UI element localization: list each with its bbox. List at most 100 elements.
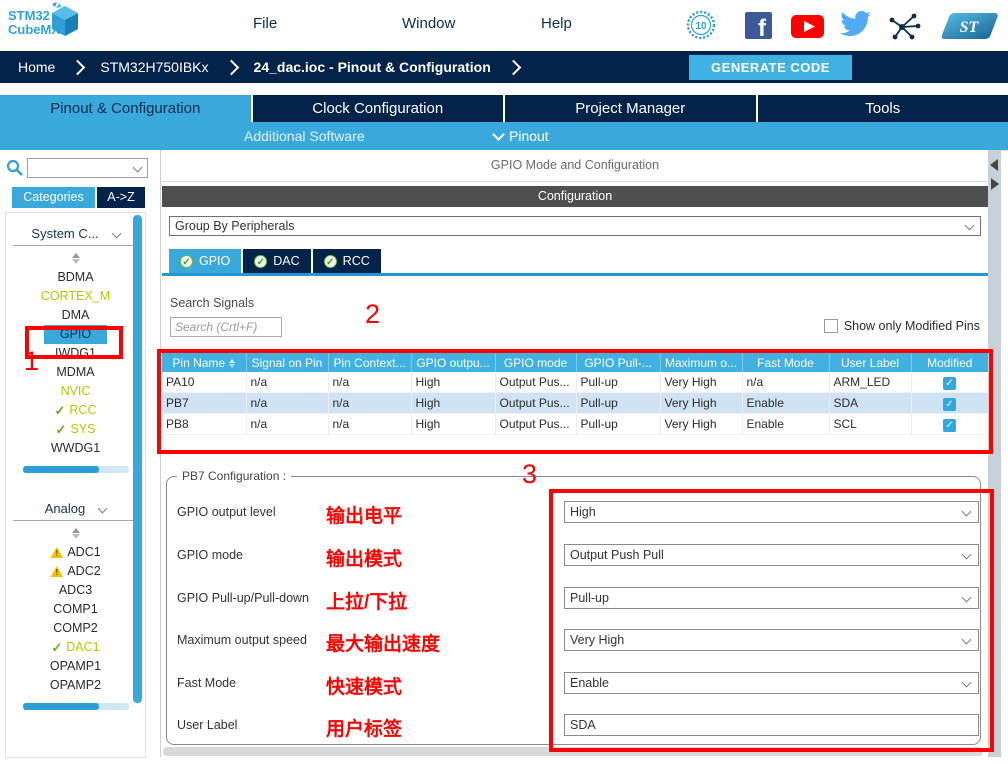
scroll-spinner[interactable] bbox=[6, 250, 145, 266]
chevron-right-icon bbox=[223, 59, 239, 75]
chevron-down-icon bbox=[133, 163, 143, 173]
sidebar-item-dma[interactable]: DMA bbox=[6, 306, 145, 325]
twitter-icon[interactable] bbox=[840, 11, 871, 43]
topbar: STM32 CubeMX 10 f bbox=[0, 0, 1008, 51]
svg-text:ST: ST bbox=[960, 19, 980, 36]
tab-project-manager[interactable]: Project Manager bbox=[505, 95, 758, 122]
config-annotation-zh: 用户标签 bbox=[326, 714, 402, 741]
sidebar-scrollbar-thumb[interactable] bbox=[133, 215, 142, 703]
configured-check-icon: ✓ bbox=[254, 255, 267, 268]
tab-clock-configuration[interactable]: Clock Configuration bbox=[253, 95, 506, 122]
sidebar-item-label: COMP2 bbox=[53, 621, 97, 635]
sidebar-item-comp2[interactable]: COMP2 bbox=[6, 619, 145, 638]
breadcrumb-item-24-dac-ioc-pinout-configuration[interactable]: 24_dac.ioc - Pinout & Configuration bbox=[254, 59, 491, 75]
annotation-box-3 bbox=[549, 489, 994, 752]
sidebar-search-combobox[interactable] bbox=[27, 158, 148, 178]
spinner-up-icon bbox=[72, 253, 80, 258]
chevron-down-icon bbox=[111, 229, 121, 239]
pinout-menu-button[interactable]: Pinout bbox=[494, 128, 549, 144]
generate-code-button[interactable]: GENERATE CODE bbox=[689, 55, 852, 80]
cube-logo-icon bbox=[46, 1, 84, 44]
show-only-modified-pins[interactable]: Show only Modified Pins bbox=[824, 319, 980, 333]
sidebar-item-adc3[interactable]: ADC3 bbox=[6, 581, 145, 600]
peripheral-tabs-underline bbox=[162, 273, 988, 276]
group-by-value: Group By Peripherals bbox=[175, 219, 295, 233]
sidebar-item-bdma[interactable]: BDMA bbox=[6, 268, 145, 287]
peripheral-tab-label: RCC bbox=[343, 249, 370, 273]
sidebar-item-rcc[interactable]: ✓RCC bbox=[6, 401, 145, 420]
scroll-spinner[interactable] bbox=[6, 525, 145, 541]
st-logo-icon[interactable]: ST bbox=[936, 11, 1001, 46]
breadcrumb-item-home[interactable]: Home bbox=[18, 59, 55, 75]
sidebar-item-adc1[interactable]: ADC1 bbox=[6, 543, 145, 562]
main-tabs: Pinout & ConfigurationClock Configuratio… bbox=[0, 95, 1008, 122]
sidebar-item-label: WWDG1 bbox=[51, 441, 100, 455]
section-divider bbox=[13, 520, 139, 521]
sidebar-item-cortex-m[interactable]: CORTEX_M bbox=[6, 287, 145, 306]
show-only-modified-checkbox[interactable] bbox=[824, 319, 838, 333]
subbar: Additional Software Pinout bbox=[0, 122, 1008, 150]
sidebar-section-title: Analog bbox=[45, 500, 85, 517]
chevron-right-icon bbox=[70, 59, 86, 75]
config-annotation-zh: 快速模式 bbox=[326, 672, 402, 699]
peripheral-tab-label: GPIO bbox=[199, 249, 230, 273]
stm32cubemx-window: STM32 CubeMX 10 f bbox=[0, 0, 1008, 764]
sidebar-item-sys[interactable]: ✓SYS bbox=[6, 420, 145, 439]
sidebar-item-wwdg1[interactable]: WWDG1 bbox=[6, 439, 145, 458]
svg-text:f: f bbox=[758, 15, 767, 39]
section-gap bbox=[6, 473, 145, 500]
config-annotation-zh: 输出电平 bbox=[326, 501, 402, 528]
tab-tools[interactable]: Tools bbox=[758, 95, 1008, 122]
sidebar-item-opamp2[interactable]: OPAMP2 bbox=[6, 676, 145, 695]
sidebar-horizontal-scrollbar[interactable] bbox=[23, 703, 129, 710]
share-network-icon[interactable] bbox=[888, 13, 921, 45]
scrollbar-thumb bbox=[23, 466, 99, 473]
sidebar-tab-a-z[interactable]: A->Z bbox=[97, 187, 145, 208]
show-only-modified-label: Show only Modified Pins bbox=[844, 319, 980, 333]
sidebar-item-label: RCC bbox=[69, 403, 96, 417]
sidebar-item-nvic[interactable]: NVIC bbox=[6, 382, 145, 401]
config-annotation-zh: 输出模式 bbox=[326, 544, 402, 571]
youtube-icon[interactable] bbox=[791, 15, 824, 43]
peripheral-tab-label: DAC bbox=[273, 249, 299, 273]
sidebar-horizontal-scrollbar[interactable] bbox=[23, 466, 129, 473]
svg-text:10: 10 bbox=[695, 21, 707, 32]
sidebar-item-comp1[interactable]: COMP1 bbox=[6, 600, 145, 619]
sidebar-item-label: ADC1 bbox=[67, 545, 100, 559]
tab-pinout-configuration[interactable]: Pinout & Configuration bbox=[0, 95, 253, 122]
sidebar-item-label: NVIC bbox=[61, 384, 91, 398]
peripheral-tab-gpio[interactable]: ✓GPIO bbox=[169, 249, 241, 273]
chevron-down-icon bbox=[98, 504, 108, 514]
sidebar-item-label: SYS bbox=[70, 422, 95, 436]
facebook-icon[interactable]: f bbox=[745, 12, 772, 44]
sidebar-tab-categories[interactable]: Categories bbox=[12, 187, 95, 208]
group-by-dropdown[interactable]: Group By Peripherals bbox=[169, 216, 981, 236]
check-icon: ✓ bbox=[55, 403, 66, 418]
menu-window[interactable]: Window bbox=[402, 15, 455, 32]
sidebar-section-title: System C... bbox=[31, 225, 98, 242]
configured-check-icon: ✓ bbox=[324, 255, 337, 268]
annotation-number-3: 3 bbox=[522, 461, 537, 488]
sidebar-item-dac1[interactable]: ✓DAC1 bbox=[6, 638, 145, 657]
sidebar-section-header-system-c[interactable]: System C... bbox=[6, 225, 145, 242]
spinner-down-icon bbox=[72, 534, 80, 539]
breadcrumb-item-stm32h750ibkx[interactable]: STM32H750IBKx bbox=[100, 59, 208, 75]
anniversary-10-years-badge-icon[interactable]: 10 bbox=[686, 10, 716, 45]
spinner-down-icon bbox=[72, 259, 80, 264]
chevron-down-icon bbox=[492, 128, 505, 141]
spinner-up-icon bbox=[72, 528, 80, 533]
sidebar-item-opamp1[interactable]: OPAMP1 bbox=[6, 657, 145, 676]
sidebar-item-adc2[interactable]: ADC2 bbox=[6, 562, 145, 581]
search-signals-input[interactable] bbox=[170, 317, 282, 337]
peripheral-tab-dac[interactable]: ✓ DAC bbox=[243, 249, 310, 273]
peripheral-tab-rcc[interactable]: ✓ RCC bbox=[313, 249, 381, 273]
menu-file[interactable]: File bbox=[253, 15, 277, 32]
collapse-right-arrow-icon[interactable] bbox=[991, 178, 999, 190]
menu-help[interactable]: Help bbox=[541, 15, 572, 32]
collapse-left-arrow-icon[interactable] bbox=[990, 159, 998, 171]
sidebar-section-header-analog[interactable]: Analog bbox=[6, 500, 145, 517]
search-icon bbox=[6, 159, 24, 182]
sidebar-item-label: COMP1 bbox=[53, 602, 97, 616]
additional-software-button[interactable]: Additional Software bbox=[244, 128, 365, 144]
warning-icon bbox=[50, 566, 63, 577]
